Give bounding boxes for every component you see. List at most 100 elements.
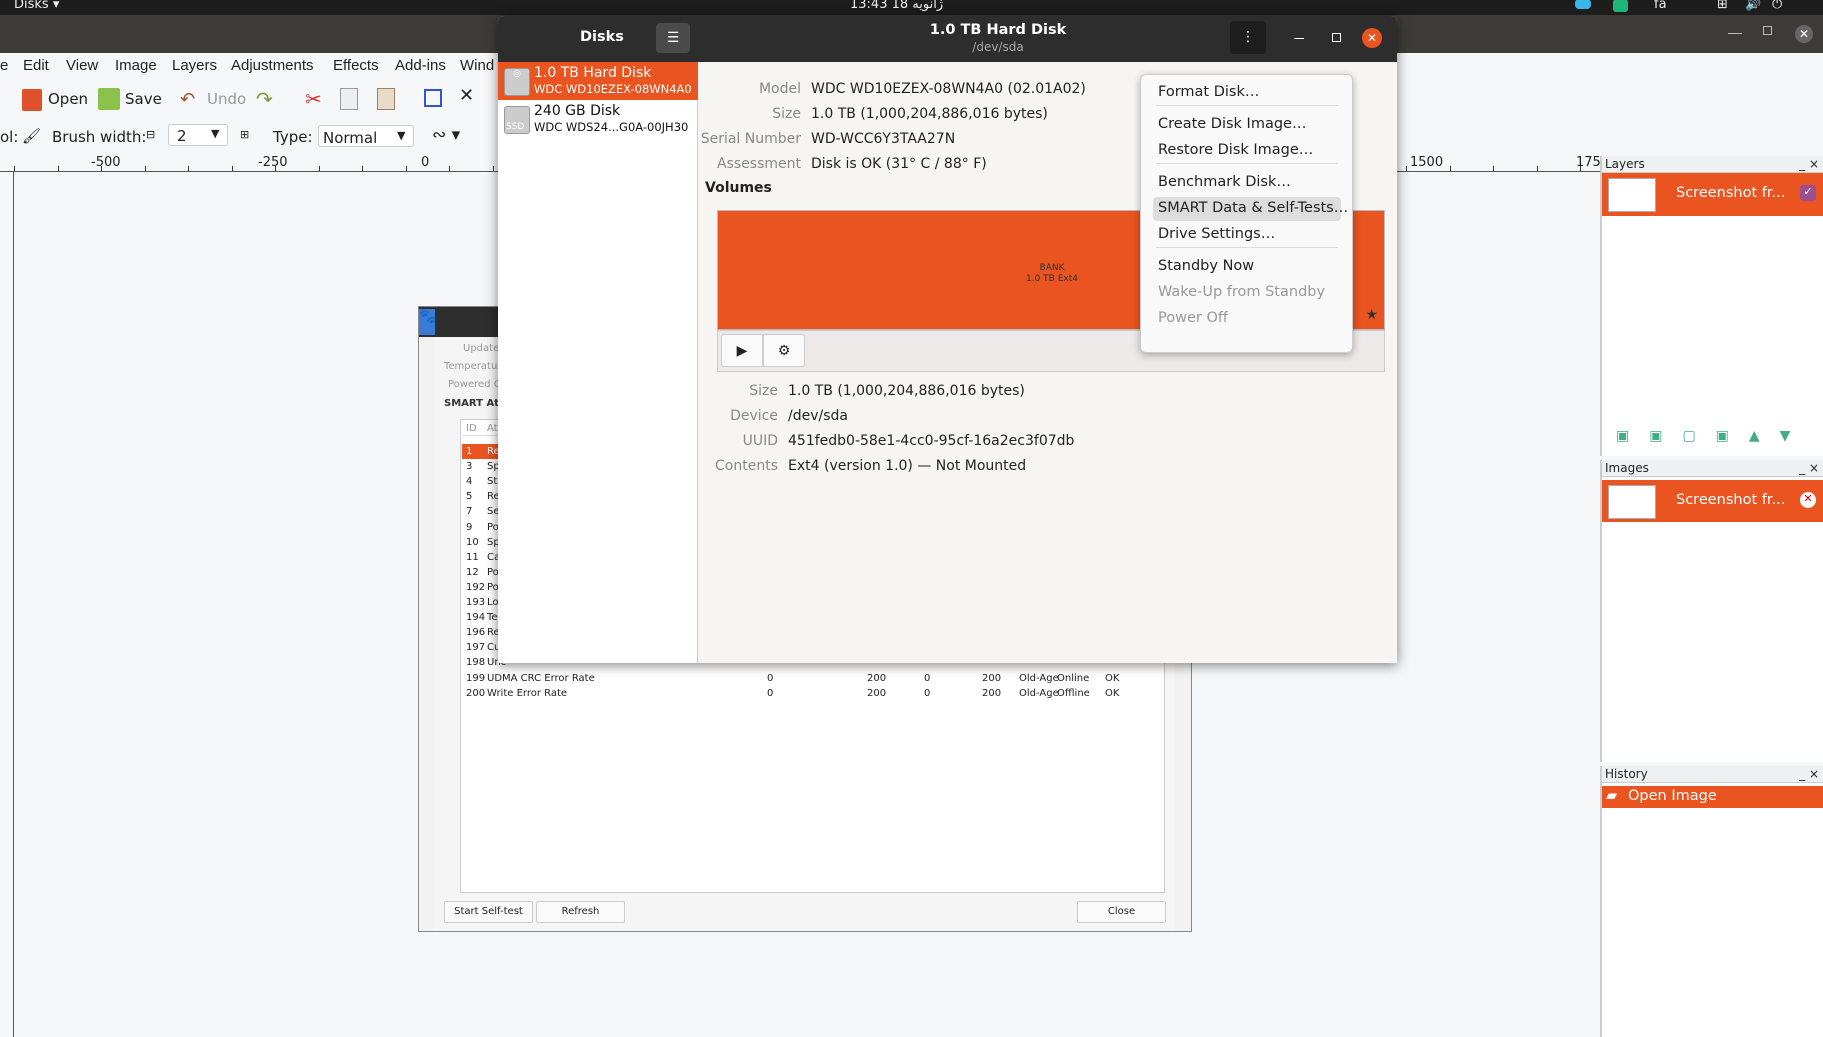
start-self-test-button[interactable]: Start Self-test bbox=[444, 901, 533, 923]
whatsapp-icon[interactable] bbox=[1613, 0, 1628, 12]
open-button[interactable]: Open bbox=[48, 90, 88, 108]
type-select[interactable]: Normal ▼ bbox=[318, 125, 414, 147]
language-indicator[interactable]: fa bbox=[1654, 0, 1667, 12]
sidebar-title: Disks bbox=[580, 29, 624, 45]
antialias-icon[interactable]: ∾ ▾ bbox=[432, 125, 460, 145]
hard-disk-icon: ◎ bbox=[504, 68, 530, 96]
info-value: 1.0 TB (1,000,204,886,016 bytes) bbox=[788, 383, 1025, 399]
menu-effects[interactable]: Effects bbox=[333, 57, 379, 74]
info-label: Contents bbox=[715, 458, 778, 474]
info-value: Ext4 (version 1.0) — Not Mounted bbox=[788, 458, 1027, 474]
image-name: Screenshot fr... bbox=[1676, 492, 1786, 508]
type-label: Type: bbox=[273, 128, 313, 146]
paste-button[interactable] bbox=[377, 88, 395, 110]
layer-actions[interactable]: ▣▣▢▣▲▼ bbox=[1616, 428, 1810, 444]
save-icon bbox=[98, 88, 120, 110]
clock[interactable]: 13:43 18 ژانویه bbox=[850, 0, 943, 12]
crop-button[interactable] bbox=[424, 89, 442, 107]
cell-id: 196 bbox=[466, 627, 486, 639]
column-id: ID bbox=[466, 423, 477, 434]
cell-type: Old-Age bbox=[1019, 672, 1059, 684]
ruler-tick bbox=[144, 166, 146, 171]
decrease-button[interactable]: ⊟ bbox=[146, 128, 155, 141]
ruler-tick bbox=[1406, 166, 1407, 171]
cut-button[interactable]: ✂ bbox=[305, 87, 322, 111]
ruler-label: -500 bbox=[91, 155, 121, 170]
ruler-tick bbox=[231, 166, 233, 171]
column-attribute: At bbox=[487, 423, 498, 434]
restore-button[interactable] bbox=[1763, 26, 1772, 35]
increase-button[interactable]: ⊞ bbox=[240, 128, 249, 141]
open-icon bbox=[22, 89, 42, 111]
volume-icon[interactable]: 🔊 bbox=[1745, 0, 1761, 12]
cell-name: UDMA CRC Error Rate bbox=[487, 672, 595, 684]
menu-item[interactable]: Format Disk… bbox=[1158, 84, 1259, 100]
cell-worst: 0 bbox=[924, 687, 931, 699]
table-row[interactable]: 200 Write Error Rate 0 200 0 200 Old-Age Offlin… bbox=[462, 686, 1162, 701]
copy-button[interactable] bbox=[340, 88, 358, 110]
history-label: Open Image bbox=[1628, 788, 1717, 804]
menu-adjustments[interactable]: Adjustments bbox=[231, 57, 314, 74]
network-icon[interactable]: ⊞ bbox=[1717, 0, 1728, 12]
info-value: 1.0 TB (1,000,204,886,016 bytes) bbox=[811, 106, 1048, 122]
app-menu[interactable]: Disks ▾ bbox=[14, 0, 59, 12]
close-button[interactable]: ✕ bbox=[1795, 25, 1813, 43]
menu-item[interactable]: Standby Now bbox=[1158, 258, 1254, 274]
layer-item[interactable]: Screenshot fr... ✓ bbox=[1602, 173, 1823, 216]
info-label: Device bbox=[730, 408, 778, 424]
drive-name: 240 GB Disk bbox=[534, 103, 621, 119]
minimize-button[interactable] bbox=[1728, 33, 1742, 34]
menu-item[interactable]: Create Disk Image… bbox=[1158, 116, 1306, 132]
window-title: 1.0 TB Hard Disk bbox=[929, 22, 1067, 38]
maximize-button[interactable] bbox=[1332, 33, 1341, 42]
close-icon[interactable]: _ × bbox=[1799, 766, 1819, 783]
cell-id: 197 bbox=[466, 642, 486, 654]
cell-id: 10 bbox=[466, 536, 479, 548]
close-button[interactable]: Close bbox=[1077, 901, 1166, 923]
close-button[interactable]: ✕ bbox=[1362, 28, 1382, 48]
layer-visibility-checkbox[interactable]: ✓ bbox=[1800, 185, 1816, 201]
redo-button[interactable]: ↷ bbox=[256, 87, 273, 111]
close-image-button[interactable]: ✕ bbox=[1800, 492, 1816, 508]
close-icon[interactable]: _ × bbox=[1799, 156, 1819, 173]
menu-file[interactable]: e bbox=[0, 57, 8, 74]
info-value: WDC WD10EZEX-08WN4A0 (02.01A02) bbox=[811, 81, 1086, 97]
undo-icon: ↶ bbox=[180, 89, 196, 110]
menu-addins[interactable]: Add-ins bbox=[395, 57, 446, 74]
gear-icon[interactable]: ⚙ bbox=[763, 334, 805, 367]
close-icon[interactable]: _ × bbox=[1799, 460, 1819, 477]
history-item[interactable]: ▰ Open Image bbox=[1602, 786, 1823, 808]
image-item[interactable]: Screenshot fr... ✕ bbox=[1602, 480, 1823, 522]
menu-item[interactable]: Restore Disk Image… bbox=[1158, 142, 1313, 158]
tool-label: ol: bbox=[0, 128, 19, 146]
menu-item[interactable]: SMART Data & Self-Tests… bbox=[1158, 200, 1348, 216]
menu-item[interactable]: Benchmark Disk… bbox=[1158, 174, 1291, 190]
ruler-tick bbox=[1449, 166, 1451, 171]
deselect-button[interactable]: ✕ bbox=[459, 85, 474, 106]
temperature-label: Temperatur bbox=[444, 361, 502, 372]
ruler-label: 0 bbox=[421, 155, 430, 170]
layers-title: Layers bbox=[1605, 157, 1645, 171]
info-label: Size bbox=[772, 106, 801, 122]
menu-window[interactable]: Wind bbox=[460, 57, 494, 74]
power-icon[interactable]: ⏻ bbox=[1772, 0, 1782, 12]
info-value: Disk is OK (31° C / 88° F) bbox=[811, 156, 987, 172]
minimize-button[interactable] bbox=[1294, 38, 1304, 39]
menu-image[interactable]: Image bbox=[115, 57, 157, 74]
undo-button[interactable]: Undo bbox=[207, 90, 246, 108]
drive-options-button[interactable]: ⋮ bbox=[1230, 21, 1266, 54]
type-value: Normal bbox=[323, 129, 378, 147]
brush-width-combo[interactable]: 2 ▼ bbox=[168, 124, 228, 146]
menu-layers[interactable]: Layers bbox=[172, 57, 217, 74]
menu-view[interactable]: View bbox=[66, 57, 98, 74]
table-row[interactable]: 199 UDMA CRC Error Rate 0 200 0 200 Old-Age Onl… bbox=[462, 671, 1162, 686]
cell-id: 5 bbox=[466, 491, 473, 503]
menu-edit[interactable]: Edit bbox=[23, 57, 49, 74]
mount-button[interactable]: ▶ bbox=[721, 334, 763, 367]
cell-id: 198 bbox=[466, 657, 486, 669]
save-button[interactable]: Save bbox=[125, 90, 162, 108]
menu-item[interactable]: Drive Settings… bbox=[1158, 226, 1275, 242]
hamburger-menu-button[interactable]: ☰ bbox=[656, 23, 690, 53]
refresh-button[interactable]: Refresh bbox=[536, 901, 625, 923]
cloud-icon[interactable] bbox=[1575, 0, 1591, 9]
